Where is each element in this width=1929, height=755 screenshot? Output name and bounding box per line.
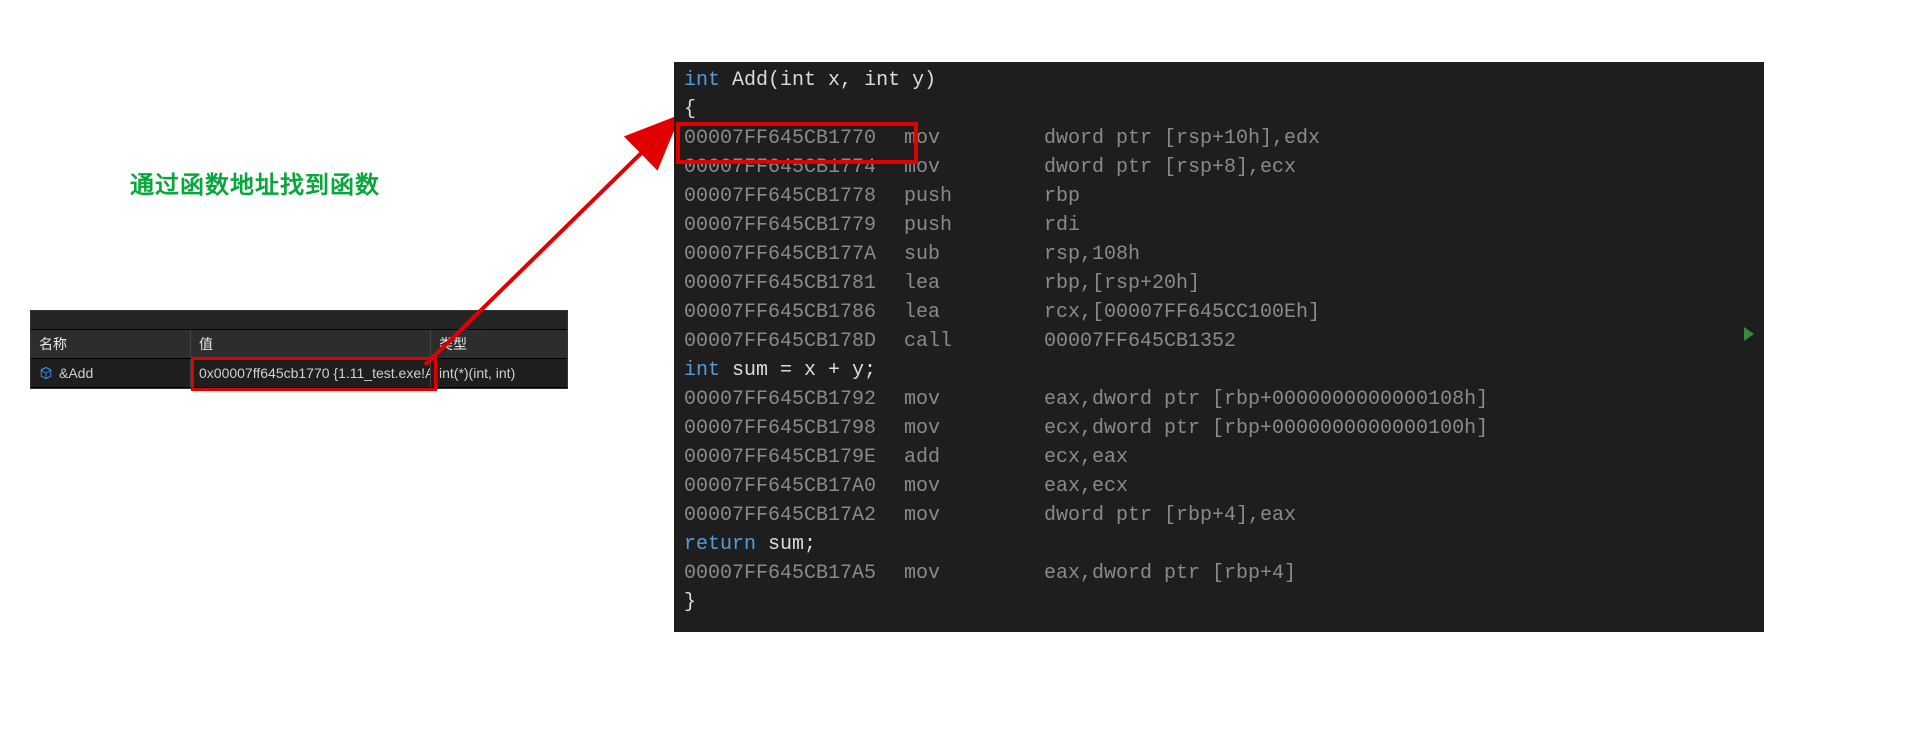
asm-line: 00007FF645CB177Asubrsp,108h [684, 240, 1754, 269]
asm-address: 00007FF645CB1798 [684, 414, 904, 443]
asm-line: 00007FF645CB17A2movdword ptr [rbp+4],eax [684, 501, 1754, 530]
type-keyword: int [684, 69, 720, 92]
asm-line: 00007FF645CB1774movdword ptr [rsp+8],ecx [684, 153, 1754, 182]
asm-line: 00007FF645CB17A5moveax,dword ptr [rbp+4] [684, 559, 1754, 588]
asm-mnemonic: mov [904, 124, 1044, 153]
func-params: (int x, int y) [768, 69, 936, 92]
source-line-sum: int sum = x + y; [684, 356, 1754, 385]
asm-line: 00007FF645CB179Eaddecx,eax [684, 443, 1754, 472]
asm-mnemonic: mov [904, 501, 1044, 530]
asm-address: 00007FF645CB178D [684, 327, 904, 356]
play-icon[interactable] [1744, 327, 1754, 341]
asm-mnemonic: lea [904, 269, 1044, 298]
asm-mnemonic: sub [904, 240, 1044, 269]
asm-mnemonic: mov [904, 385, 1044, 414]
disassembly-pane[interactable]: int Add(int x, int y) { 00007FF645CB1770… [674, 62, 1764, 632]
asm-address: 00007FF645CB17A5 [684, 559, 904, 588]
asm-line: 00007FF645CB1786learcx,[00007FF645CC100E… [684, 298, 1754, 327]
asm-mnemonic: push [904, 211, 1044, 240]
asm-line: 00007FF645CB1779pushrdi [684, 211, 1754, 240]
asm-operand: eax,dword ptr [rbp+0000000000000108h] [1044, 385, 1754, 414]
asm-operand: dword ptr [rsp+8],ecx [1044, 153, 1754, 182]
source-line-return: return sum; [684, 530, 1754, 559]
asm-address: 00007FF645CB1779 [684, 211, 904, 240]
asm-address: 00007FF645CB1778 [684, 182, 904, 211]
asm-operand: dword ptr [rsp+10h],edx [1044, 124, 1754, 153]
asm-address: 00007FF645CB17A2 [684, 501, 904, 530]
asm-operand: rsp,108h [1044, 240, 1754, 269]
watch-cell-value: 0x00007ff645cb1770 {1.11_test.exe!Add(i.… [191, 359, 431, 387]
asm-line: 00007FF645CB1781learbp,[rsp+20h] [684, 269, 1754, 298]
asm-operand: ecx,dword ptr [rbp+0000000000000100h] [1044, 414, 1754, 443]
watch-cell-type: int(*)(int, int) [431, 359, 561, 387]
watch-header-type[interactable]: 类型 [431, 330, 561, 358]
source-line-signature: int Add(int x, int y) [684, 66, 1754, 95]
asm-address: 00007FF645CB1781 [684, 269, 904, 298]
asm-line: 00007FF645CB1778pushrbp [684, 182, 1754, 211]
watch-header-row: 名称 值 类型 [31, 330, 567, 359]
watch-cell-name: &Add [31, 359, 191, 387]
watch-row[interactable]: &Add 0x00007ff645cb1770 {1.11_test.exe!A… [31, 359, 567, 388]
asm-operand: rbp [1044, 182, 1754, 211]
watch-titlebar [31, 311, 567, 330]
watch-type-text: int(*)(int, int) [439, 365, 515, 381]
asm-mnemonic: call [904, 327, 1044, 356]
asm-line: 00007FF645CB1798movecx,dword ptr [rbp+00… [684, 414, 1754, 443]
asm-line: 00007FF645CB17A0moveax,ecx [684, 472, 1754, 501]
watch-window: 名称 值 类型 &Add 0x00007ff645cb1770 {1.11_te… [30, 310, 568, 389]
asm-block-a: 00007FF645CB1770movdword ptr [rsp+10h],e… [684, 124, 1754, 356]
watch-value-text: 0x00007ff645cb1770 {1.11_test.exe!Add(i.… [199, 365, 431, 381]
asm-operand: rdi [1044, 211, 1754, 240]
asm-address: 00007FF645CB1792 [684, 385, 904, 414]
asm-operand: 00007FF645CB1352 [1044, 327, 1734, 356]
asm-operand: ecx,eax [1044, 443, 1754, 472]
watch-name-text: &Add [59, 365, 93, 381]
watch-header-value[interactable]: 值 [191, 330, 431, 358]
asm-operand: dword ptr [rbp+4],eax [1044, 501, 1754, 530]
asm-mnemonic: lea [904, 298, 1044, 327]
asm-mnemonic: add [904, 443, 1044, 472]
asm-line: 00007FF645CB1770movdword ptr [rsp+10h],e… [684, 124, 1754, 153]
brace-close: } [684, 588, 1754, 617]
asm-address: 00007FF645CB17A0 [684, 472, 904, 501]
asm-mnemonic: mov [904, 559, 1044, 588]
asm-address: 00007FF645CB1786 [684, 298, 904, 327]
asm-address: 00007FF645CB177A [684, 240, 904, 269]
asm-line: 00007FF645CB1792moveax,dword ptr [rbp+00… [684, 385, 1754, 414]
annotation-text: 通过函数地址找到函数 [130, 165, 380, 200]
asm-operand: eax,dword ptr [rbp+4] [1044, 559, 1754, 588]
asm-address: 00007FF645CB1774 [684, 153, 904, 182]
asm-mnemonic: mov [904, 414, 1044, 443]
asm-block-c: 00007FF645CB17A5moveax,dword ptr [rbp+4] [684, 559, 1754, 588]
asm-line: 00007FF645CB178Dcall00007FF645CB1352 [684, 327, 1754, 356]
asm-block-b: 00007FF645CB1792moveax,dword ptr [rbp+00… [684, 385, 1754, 530]
asm-mnemonic: push [904, 182, 1044, 211]
asm-operand: rcx,[00007FF645CC100Eh] [1044, 298, 1754, 327]
asm-address: 00007FF645CB1770 [684, 124, 904, 153]
watch-header-name[interactable]: 名称 [31, 330, 191, 358]
asm-operand: rbp,[rsp+20h] [1044, 269, 1754, 298]
func-name: Add [732, 69, 768, 92]
asm-address: 00007FF645CB179E [684, 443, 904, 472]
asm-mnemonic: mov [904, 472, 1044, 501]
brace-open: { [684, 95, 1754, 124]
cube-icon [39, 366, 53, 380]
canvas: 通过函数地址找到函数 名称 值 类型 &Add 0x00007ff645cb17… [0, 0, 1929, 755]
asm-operand: eax,ecx [1044, 472, 1754, 501]
asm-mnemonic: mov [904, 153, 1044, 182]
